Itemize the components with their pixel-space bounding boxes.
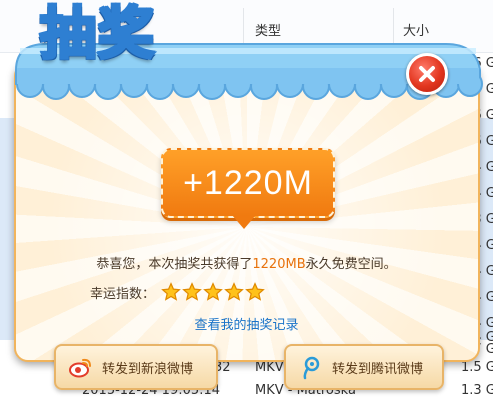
congrats-message: 恭喜您，本次抽奖共获得了1220MB永久免费空间。 (0, 253, 493, 272)
luck-index: 幸运指数： (90, 282, 266, 302)
prize-badge: +1220M (161, 148, 335, 218)
share-weibo-label: 转发到新浪微博 (102, 361, 194, 377)
share-tencent-button[interactable]: 转发到腾讯微博 (284, 344, 444, 390)
share-tencent-label: 转发到腾讯微博 (332, 361, 424, 377)
star-icon (203, 282, 223, 301)
tencent-weibo-icon (303, 356, 320, 380)
lottery-dialog: 抽奖 +1220M 恭喜您，本次抽奖共获得了1220MB永久免费空间。 幸运指数… (0, 0, 493, 400)
congrats-suffix: 永久免费空间。 (305, 257, 397, 272)
luck-label: 幸运指数： (90, 286, 156, 302)
close-button[interactable] (406, 53, 448, 95)
weibo-icon (69, 358, 91, 378)
close-icon (419, 66, 435, 82)
star-icon (245, 282, 265, 301)
dialog-title: 抽奖 (39, 1, 156, 69)
congrats-prefix: 恭喜您，本次抽奖共获得了 (96, 257, 253, 272)
star-icon (161, 282, 181, 301)
prize-amount: +1220M (183, 163, 313, 202)
star-icon (182, 282, 202, 301)
congrats-amount: 1220MB (252, 257, 306, 272)
prize-badge-tail (232, 215, 256, 229)
star-icon (224, 282, 244, 301)
share-weibo-button[interactable]: 转发到新浪微博 (54, 344, 218, 390)
luck-stars (161, 282, 266, 302)
lottery-record-link[interactable]: 查看我的抽奖记录 (0, 314, 493, 333)
